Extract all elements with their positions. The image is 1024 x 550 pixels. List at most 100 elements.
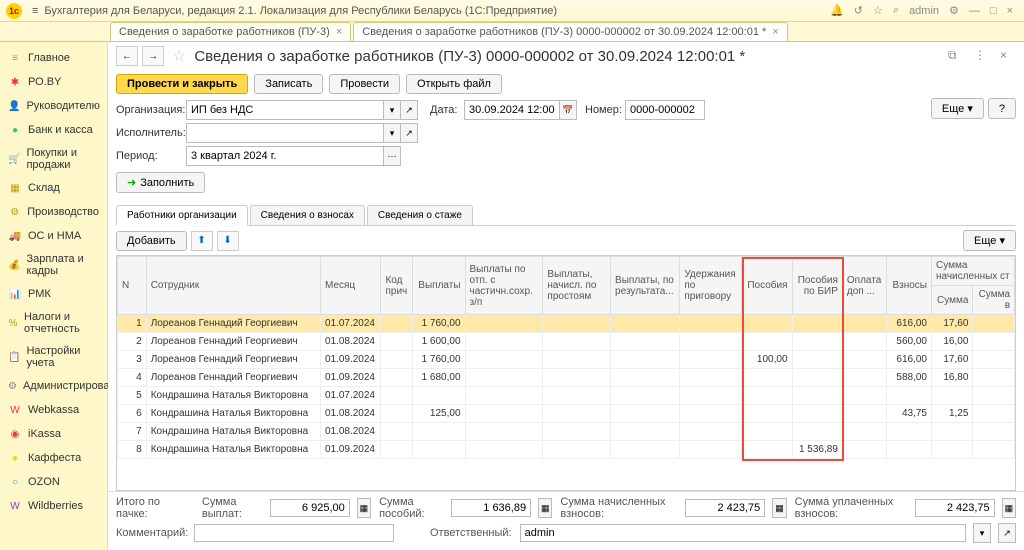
calendar-icon[interactable]: 📅 — [559, 100, 577, 120]
open-file-button[interactable]: Открыть файл — [406, 74, 502, 94]
sidebar-item-3[interactable]: ●Банк и касса — [0, 118, 107, 142]
doc-tab-0[interactable]: Сведения о заработке работников (ПУ-3)× — [110, 22, 351, 41]
table-row[interactable]: 6Кондрашина Наталья Викторовна01.08.2024… — [118, 405, 1015, 423]
table-row[interactable]: 4Лореанов Геннадий Георгиевич01.09.20241… — [118, 369, 1015, 387]
col-posobbir[interactable]: Пособия по БИР — [792, 257, 842, 315]
col-n[interactable]: N — [118, 257, 147, 315]
popout-icon[interactable]: ⧉ — [948, 48, 964, 64]
calc-icon[interactable]: ▦ — [357, 498, 371, 518]
favorite-icon[interactable]: ☆ — [172, 46, 186, 66]
date-input[interactable] — [464, 100, 560, 120]
table-row[interactable]: 8Кондрашина Наталья Викторовна01.09.2024… — [118, 441, 1015, 459]
col-month[interactable]: Месяц — [320, 257, 381, 315]
sidebar-item-11[interactable]: 📋Настройки учета — [0, 340, 107, 374]
col-uderzh[interactable]: Удержания по приговору — [680, 257, 742, 315]
calc-icon[interactable]: ▦ — [1002, 498, 1016, 518]
write-button[interactable]: Записать — [254, 74, 323, 94]
table-more-button[interactable]: Еще ▾ — [963, 230, 1016, 251]
subtab-contrib[interactable]: Сведения о взносах — [250, 205, 365, 225]
sum-benefits-value[interactable] — [451, 499, 531, 517]
col-code[interactable]: Код прич — [381, 257, 413, 315]
maximize-icon[interactable]: □ — [990, 5, 997, 17]
sidebar-item-13[interactable]: WWebkassa — [0, 398, 107, 422]
close-tab-icon[interactable]: × — [336, 26, 342, 38]
sidebar-item-16[interactable]: ○OZON — [0, 470, 107, 494]
search-icon[interactable]: ⌕ — [893, 4, 899, 17]
back-button[interactable]: ← — [116, 46, 138, 66]
sidebar-item-0[interactable]: ≡Главное — [0, 46, 107, 70]
sidebar-item-9[interactable]: 📊РМК — [0, 282, 107, 306]
table-row[interactable]: 2Лореанов Геннадий Георгиевич01.08.20241… — [118, 333, 1015, 351]
bell-icon[interactable]: 🔔 — [830, 4, 844, 17]
col-dopl[interactable]: Оплата доп ... — [842, 257, 886, 315]
more-icon[interactable]: ⋮ — [974, 48, 990, 64]
sidebar-item-17[interactable]: WWildberries — [0, 494, 107, 518]
user-label[interactable]: admin — [909, 5, 939, 17]
subtab-workers[interactable]: Работники организации — [116, 205, 248, 226]
dropdown-icon[interactable]: ▾ — [383, 100, 401, 120]
period-picker-icon[interactable]: ⋯ — [383, 146, 401, 166]
comment-input[interactable] — [194, 524, 394, 542]
org-input[interactable] — [186, 100, 384, 120]
dropdown-icon[interactable]: ▾ — [973, 523, 991, 543]
col-paynach[interactable]: Выплаты, начисл. по простоям — [543, 257, 611, 315]
period-input[interactable] — [186, 146, 384, 166]
sidebar-item-12[interactable]: ⚙Администрирование — [0, 374, 107, 398]
close-panel-icon[interactable]: × — [1000, 48, 1016, 64]
col-summav[interactable]: Сумма в — [973, 286, 1015, 315]
more-button[interactable]: Еще ▾ — [931, 98, 984, 119]
sidebar-item-14[interactable]: ◉iKassa — [0, 422, 107, 446]
sum-payments-value[interactable] — [270, 499, 350, 517]
sidebar-item-4[interactable]: 🛒Покупки и продажи — [0, 142, 107, 176]
responsible-input[interactable] — [520, 524, 966, 542]
close-tab-icon[interactable]: × — [772, 26, 778, 38]
col-payott[interactable]: Выплаты по отп. с частичн.сохр. з/п — [465, 257, 543, 315]
sidebar-item-7[interactable]: 🚚ОС и НМА — [0, 224, 107, 248]
sidebar-item-1[interactable]: ✱РО.BY — [0, 70, 107, 94]
sidebar-item-2[interactable]: 👤Руководителю — [0, 94, 107, 118]
star-icon[interactable]: ☆ — [873, 4, 883, 17]
col-summa[interactable]: Сумма — [931, 286, 972, 315]
doc-tab-1[interactable]: Сведения о заработке работников (ПУ-3) 0… — [353, 22, 787, 41]
help-button[interactable]: ? — [988, 98, 1016, 119]
post-button[interactable]: Провести — [329, 74, 400, 94]
history-icon[interactable]: ↺ — [854, 4, 863, 17]
sidebar-item-6[interactable]: ⚙Производство — [0, 200, 107, 224]
table-row[interactable]: 1Лореанов Геннадий Георгиевич01.07.20241… — [118, 315, 1015, 333]
col-pay[interactable]: Выплаты — [413, 257, 466, 315]
open-ref-icon[interactable]: ↗ — [400, 123, 418, 143]
calc-icon[interactable]: ▦ — [772, 498, 786, 518]
open-ref-icon[interactable]: ↗ — [400, 100, 418, 120]
sidebar-item-10[interactable]: %Налоги и отчетность — [0, 306, 107, 340]
add-row-button[interactable]: Добавить — [116, 231, 187, 251]
forward-button[interactable]: → — [142, 46, 164, 66]
move-down-button[interactable]: ⬇ — [217, 231, 239, 251]
fill-button[interactable]: ➜Заполнить — [116, 172, 205, 193]
close-icon[interactable]: × — [1007, 5, 1013, 17]
col-emp[interactable]: Сотрудник — [146, 257, 320, 315]
sum-paid-label: Сумма уплаченных взносов: — [795, 496, 907, 520]
open-ref-icon[interactable]: ↗ — [998, 523, 1016, 543]
exec-input[interactable] — [186, 123, 384, 143]
move-up-button[interactable]: ⬆ — [191, 231, 213, 251]
col-vznos[interactable]: Взносы — [887, 257, 932, 315]
table-row[interactable]: 3Лореанов Геннадий Георгиевич01.09.20241… — [118, 351, 1015, 369]
table-row[interactable]: 5Кондрашина Наталья Викторовна01.07.2024 — [118, 387, 1015, 405]
number-input[interactable] — [625, 100, 705, 120]
col-payrez[interactable]: Выплаты, по результата... — [611, 257, 680, 315]
col-sumnach[interactable]: Сумма начисленных ст — [931, 257, 1014, 286]
sum-paid-value[interactable] — [915, 499, 995, 517]
sidebar-item-5[interactable]: ▦Склад — [0, 176, 107, 200]
sidebar-item-8[interactable]: 💰Зарплата и кадры — [0, 248, 107, 282]
sidebar-item-15[interactable]: ●Каффеста — [0, 446, 107, 470]
calc-icon[interactable]: ▦ — [538, 498, 552, 518]
col-posob[interactable]: Пособия — [742, 257, 792, 315]
sum-accrued-value[interactable] — [685, 499, 765, 517]
subtab-service[interactable]: Сведения о стаже — [367, 205, 473, 225]
dropdown-icon[interactable]: ▾ — [383, 123, 401, 143]
minimize-icon[interactable]: — — [969, 5, 980, 17]
post-and-close-button[interactable]: Провести и закрыть — [116, 74, 248, 94]
table-row[interactable]: 7Кондрашина Наталья Викторовна01.08.2024 — [118, 423, 1015, 441]
settings-icon[interactable]: ⚙ — [949, 4, 959, 17]
menu-icon[interactable]: ≡ — [32, 5, 38, 17]
